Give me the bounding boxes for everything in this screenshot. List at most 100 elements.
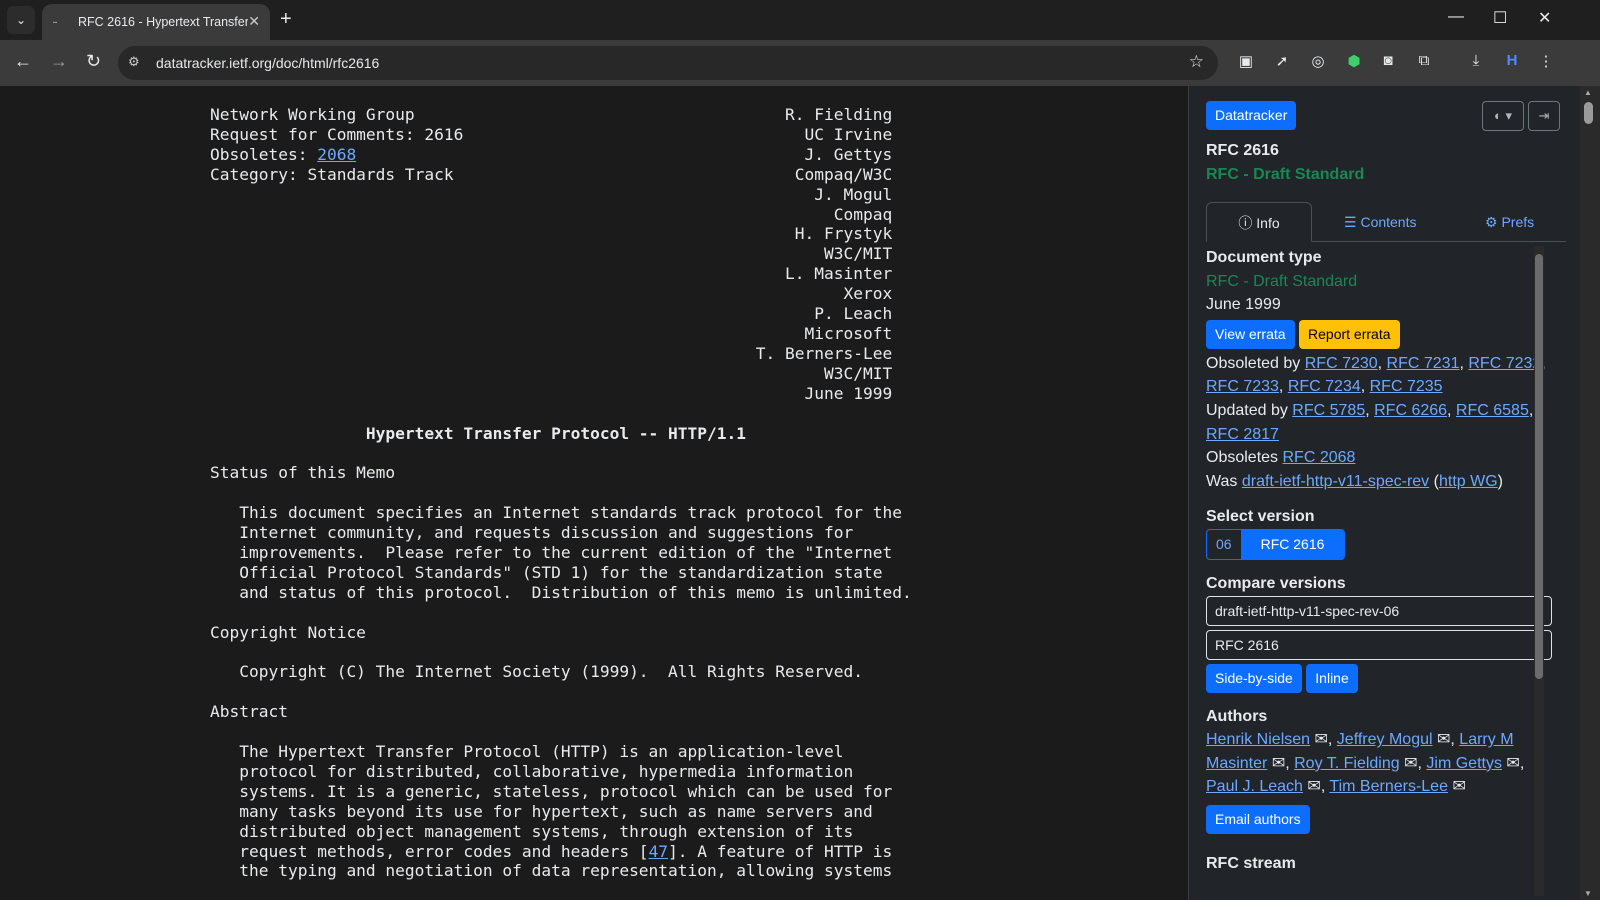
back-icon[interactable]: ←: [14, 51, 32, 72]
sidebar: Datatracker ◐ ▾ ⇥ RFC 2616 RFC - Draft S…: [1188, 86, 1580, 900]
rfc-link[interactable]: RFC 7233: [1206, 378, 1279, 395]
author-link[interactable]: Henrik Nielsen: [1206, 731, 1310, 748]
email-icon[interactable]: ✉: [1272, 755, 1285, 772]
was-draft: Was draft-ietf-http-v11-spec-rev (http W…: [1206, 472, 1503, 490]
collapse-sidebar-icon[interactable]: ⇥: [1528, 101, 1560, 131]
glasses-extension-icon[interactable]: ◎: [1308, 52, 1328, 70]
email-icon[interactable]: ✉: [1437, 731, 1450, 748]
reference-link-47[interactable]: 47: [649, 842, 669, 861]
view-errata-button[interactable]: View errata: [1206, 319, 1295, 349]
close-window-icon[interactable]: ✕: [1538, 8, 1551, 28]
sidebar-rfc-status: RFC - Draft Standard: [1206, 166, 1365, 183]
rfc-header-right: T. Berners-Lee: [755, 343, 893, 363]
rfc-link[interactable]: RFC 5785: [1292, 402, 1365, 419]
scroll-up-icon[interactable]: ▲: [1584, 88, 1592, 97]
extensions-icon[interactable]: ⧉: [1414, 52, 1434, 69]
bookmark-star-icon[interactable]: ☆: [1189, 52, 1204, 72]
gear-icon: ⚙: [1485, 214, 1498, 230]
cast-icon[interactable]: ▣: [1236, 52, 1256, 70]
menu-icon[interactable]: ⋮: [1536, 52, 1556, 70]
doc-date: June 1999: [1206, 296, 1281, 314]
version-06[interactable]: 06: [1207, 530, 1241, 559]
rfc-header-right: June 1999: [804, 383, 893, 403]
email-icon[interactable]: ✉: [1315, 731, 1328, 748]
rfc-link[interactable]: RFC 7230: [1305, 355, 1378, 372]
rfc-header-left: Network Working Group: [210, 105, 415, 124]
email-icon[interactable]: ✉: [1307, 778, 1320, 795]
rfc-link[interactable]: RFC 2817: [1206, 426, 1279, 443]
site-info-icon[interactable]: ⚙: [128, 54, 140, 70]
tab-prefs[interactable]: ⚙ Prefs: [1485, 202, 1534, 242]
shield-extension-icon[interactable]: ⬢: [1344, 52, 1364, 70]
rfc-header-left: Request for Comments: 2616: [210, 124, 464, 144]
profile-icon[interactable]: H: [1502, 52, 1522, 69]
inline-button[interactable]: Inline: [1306, 663, 1358, 693]
rfc-header-right: UC Irvine: [804, 124, 893, 144]
rfc-header-line: T. Berners-Lee: [210, 344, 892, 363]
side-by-side-button[interactable]: Side-by-side: [1206, 663, 1302, 693]
email-authors-button[interactable]: Email authors: [1206, 804, 1310, 834]
rfc-header-right: J. Gettys: [804, 144, 893, 164]
rfc-header-right: P. Leach: [814, 304, 893, 324]
cursor-extension-icon[interactable]: ➚: [1272, 52, 1292, 70]
tab-contents[interactable]: ☰ Contents: [1344, 202, 1417, 242]
compare-to-select[interactable]: RFC 2616▾: [1206, 629, 1552, 660]
tab-info[interactable]: ⓘ Info: [1206, 202, 1312, 242]
compare-from-select[interactable]: draft-ietf-http-v11-spec-rev-06▾: [1206, 595, 1552, 626]
version-selector: 06 RFC 2616: [1206, 528, 1346, 560]
scroll-down-icon[interactable]: ▼: [1584, 889, 1592, 898]
rfc-header-line: Network Working Group R. Fielding: [210, 105, 892, 124]
close-tab-icon[interactable]: ✕: [248, 13, 260, 30]
page-scrollbar-thumb[interactable]: [1584, 102, 1593, 124]
forward-icon[interactable]: →: [50, 51, 68, 72]
rfc-header-line: Request for Comments: 2616 UC Irvine: [210, 125, 892, 144]
author-link[interactable]: Jeffrey Mogul: [1337, 731, 1433, 748]
wg-link[interactable]: http WG: [1439, 473, 1498, 490]
rfc-header-right: Compaq: [833, 204, 893, 224]
author-link[interactable]: Roy T. Fielding: [1294, 755, 1400, 772]
author-link[interactable]: Tim Berners-Lee: [1329, 778, 1448, 795]
rfc-text: Network Working Group R. Fielding Reques…: [210, 105, 912, 881]
rfc-link[interactable]: RFC 2068: [1283, 449, 1356, 466]
tab-search-button[interactable]: ⌄: [7, 6, 35, 34]
obsoletes-link[interactable]: 2068: [317, 145, 356, 164]
rfc-link[interactable]: RFC 7235: [1370, 378, 1443, 395]
rfc-header-line: W3C/MIT: [210, 364, 892, 383]
doc-type-heading: Document type: [1206, 249, 1322, 266]
email-icon[interactable]: ✉: [1404, 755, 1417, 772]
page-content: Network Working Group R. Fielding Reques…: [0, 86, 1600, 900]
author-link[interactable]: Jim Gettys: [1426, 755, 1502, 772]
rfc-link[interactable]: RFC 6585: [1456, 402, 1529, 419]
theme-toggle-icon[interactable]: ◐ ▾: [1482, 101, 1524, 131]
datatracker-button[interactable]: Datatracker: [1206, 101, 1297, 130]
author-link[interactable]: Paul J. Leach: [1206, 778, 1303, 795]
minimize-icon[interactable]: —: [1448, 8, 1464, 26]
sidebar-rfc-title: RFC 2616: [1206, 142, 1279, 159]
page-scrollbar[interactable]: ▲ ▼: [1580, 86, 1600, 900]
maximize-icon[interactable]: ☐: [1493, 8, 1507, 28]
rfc-header-right: Compaq/W3C: [794, 164, 893, 184]
rfc-header-left: Obsoletes:: [210, 144, 318, 164]
info-scrollbar-thumb[interactable]: [1535, 254, 1543, 679]
rfc-link[interactable]: RFC 6266: [1374, 402, 1447, 419]
address-bar[interactable]: ⚙ datatracker.ietf.org/doc/html/rfc2616 …: [118, 46, 1218, 80]
rfc-header-right: H. Frystyk: [794, 224, 893, 244]
info-scrollbar[interactable]: [1534, 246, 1544, 896]
draft-link[interactable]: draft-ietf-http-v11-spec-rev: [1242, 473, 1429, 490]
new-tab-button[interactable]: +: [280, 8, 292, 31]
version-rfc[interactable]: RFC 2616: [1240, 529, 1345, 559]
rfc-link[interactable]: RFC 7231: [1387, 355, 1460, 372]
browser-tab[interactable]: ··· RFC 2616 - Hypertext Transfer Protoc…: [42, 4, 270, 40]
reload-icon[interactable]: ↻: [86, 51, 101, 72]
camera-icon[interactable]: ◙: [1378, 52, 1398, 69]
email-icon[interactable]: ✉: [1452, 778, 1465, 795]
status-heading: Status of this Memo: [210, 463, 396, 483]
sidebar-tabs: ⓘ Info ☰ Contents ⚙ Prefs: [1206, 202, 1566, 242]
rfc-header-line: Xerox: [210, 284, 892, 303]
download-icon[interactable]: ⤓: [1466, 52, 1486, 69]
report-errata-button[interactable]: Report errata: [1299, 319, 1400, 349]
authors-heading: Authors: [1206, 707, 1268, 725]
rfc-link[interactable]: RFC 7232: [1468, 355, 1541, 372]
email-icon[interactable]: ✉: [1506, 755, 1519, 772]
rfc-link[interactable]: RFC 7234: [1288, 378, 1361, 395]
